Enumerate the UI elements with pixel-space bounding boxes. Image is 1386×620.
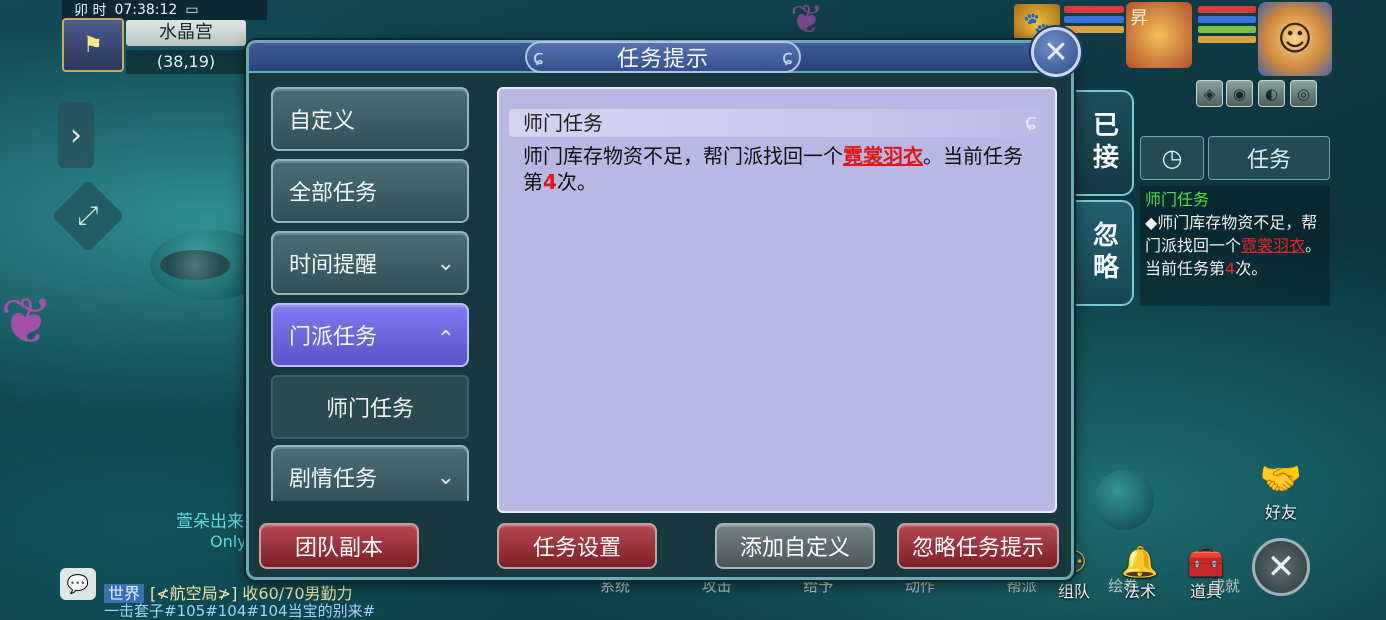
task-count: 4 <box>543 170 557 194</box>
task-tracker-button[interactable]: 任务 <box>1208 136 1330 180</box>
expand-side-arrow-icon[interactable]: › <box>58 102 94 168</box>
handshake-icon: 🤝 <box>1259 459 1303 499</box>
chevron-up-icon: ⌃ <box>436 327 455 352</box>
fullscreen-icon[interactable]: ⤢ <box>51 179 125 253</box>
buff-icon[interactable]: ◈ <box>1196 80 1223 107</box>
friends-button[interactable]: 🤝 好友 <box>1252 459 1310 522</box>
location-name[interactable]: 水晶宫 <box>126 20 246 46</box>
task-detail-panel: 师门任务 ɕ 师门库存物资不足，帮门派找回一个霓裳羽衣。当前任务第4次。 <box>497 87 1057 513</box>
task-hint-dialog: ɕ 任务提示 ɕ ✕ 自定义 全部任务 时间提醒 ⌄ 门派任务 ⌃ 师门任务 剧… <box>246 27 1081 580</box>
task-detail-title-text: 师门任务 <box>523 111 603 135</box>
category-label: 剧情任务 <box>289 467 378 492</box>
category-label: 自定义 <box>289 109 356 134</box>
task-tracker[interactable]: 师门任务 ◆师门库存物资不足，帮门派找回一个霓裳羽衣。当前任务第4次。 <box>1140 186 1330 306</box>
tab-accepted-label: 已接 <box>1088 111 1119 175</box>
tab-accepted[interactable]: 已接 <box>1074 90 1134 196</box>
battery-icon: ▭ <box>185 2 199 18</box>
hud-clock: 07:38:12 <box>114 2 178 18</box>
tracker-text: ◆师门库存物资不足，帮门派找回一个霓裳羽衣。当前任务第4次。 <box>1145 211 1325 280</box>
player-portrait-icon[interactable]: ☺ <box>1258 2 1332 76</box>
pet-mp-bar <box>1064 16 1124 23</box>
tracker-text-after: 次。 <box>1235 259 1268 278</box>
pet-exp-bar <box>1064 26 1124 33</box>
player-sp-bar <box>1198 26 1256 33</box>
player-mp-bar <box>1198 16 1256 23</box>
items-button[interactable]: 🧰 道具 <box>1180 546 1232 602</box>
player-exp-bar <box>1198 36 1256 43</box>
target-portrait-icon[interactable]: 昇 <box>1126 2 1192 68</box>
tab-ignored[interactable]: 忽略 <box>1074 200 1134 306</box>
category-custom[interactable]: 自定义 <box>271 87 469 151</box>
add-custom-button[interactable]: 添加自定义 <box>715 523 875 569</box>
category-list[interactable]: 自定义 全部任务 时间提醒 ⌄ 门派任务 ⌃ 师门任务 剧情任务 ⌄ <box>271 87 471 501</box>
category-label: 全部任务 <box>289 181 378 206</box>
dialog-title-plate: ɕ 任务提示 ɕ <box>525 41 801 73</box>
swirl-right-icon: ɕ <box>782 45 793 69</box>
swirl-decoration-icon: ɕ <box>1024 110 1037 135</box>
skills-button[interactable]: 🔔 法术 <box>1114 546 1166 602</box>
task-text-after: 次。 <box>556 170 597 194</box>
category-story-tasks[interactable]: 剧情任务 ⌄ <box>271 445 469 501</box>
tab-ignored-label: 忽略 <box>1088 221 1119 285</box>
chevron-down-icon: ⌄ <box>436 465 455 490</box>
category-label: 时间提醒 <box>289 253 378 278</box>
items-label: 道具 <box>1189 582 1222 601</box>
ignore-task-hints-button[interactable]: 忽略任务提示 <box>897 523 1059 569</box>
dialog-close-button[interactable]: ✕ <box>1031 27 1081 77</box>
category-label: 门派任务 <box>289 325 378 350</box>
task-item-link[interactable]: 霓裳羽衣 <box>843 144 923 168</box>
chest-icon: 🧰 <box>1187 545 1225 580</box>
category-time-reminder[interactable]: 时间提醒 ⌄ <box>271 231 469 295</box>
swirl-left-icon: ɕ <box>533 45 544 69</box>
scenery-coral: ❦ <box>0 285 54 359</box>
hud-period: 卯 时 <box>74 3 107 19</box>
category-all-tasks[interactable]: 全部任务 <box>271 159 469 223</box>
team-label: 组队 <box>1057 582 1090 601</box>
buff-icon[interactable]: ◎ <box>1290 80 1317 107</box>
dialog-title: 任务提示 <box>616 47 709 72</box>
npc-subtitle: Only <box>210 532 247 551</box>
task-settings-button[interactable]: 任务设置 <box>497 523 657 569</box>
buff-icon[interactable]: ◉ <box>1226 80 1253 107</box>
team-dungeon-button[interactable]: 团队副本 <box>259 523 419 569</box>
task-text-before: 师门库存物资不足，帮门派找回一个 <box>523 144 843 168</box>
buff-icon[interactable]: ◐ <box>1258 80 1285 107</box>
hud-time-bar: 卯 时 07:38:12 ▭ <box>62 0 267 20</box>
chat-message-continued: 一击套子#105#104#104当宝的别来# <box>104 602 376 620</box>
tracker-item-link[interactable]: 霓裳羽衣 <box>1241 236 1305 255</box>
tracker-count: 4 <box>1225 259 1236 278</box>
close-icon: ✕ <box>1043 34 1069 70</box>
map-avatar-icon[interactable]: ⚑ <box>62 18 124 72</box>
chat-bubble-icon[interactable]: 💬 <box>60 568 96 600</box>
player-hp-bar <box>1198 6 1256 13</box>
task-detail-title: 师门任务 ɕ <box>509 109 1041 137</box>
location-coords: (38,19) <box>126 50 246 74</box>
timer-icon[interactable]: ◷ <box>1140 136 1204 180</box>
scenery-pillar <box>1094 470 1154 530</box>
friends-label: 好友 <box>1264 503 1297 522</box>
subcategory-label: 师门任务 <box>325 397 414 422</box>
close-menu-icon[interactable]: ✕ <box>1252 538 1310 596</box>
skills-label: 法术 <box>1123 582 1156 601</box>
task-detail-body: 师门库存物资不足，帮门派找回一个霓裳羽衣。当前任务第4次。 <box>523 143 1033 195</box>
npc-name: 萱朵出来 <box>176 512 244 532</box>
pet-hp-bar <box>1064 6 1124 13</box>
tracker-title: 师门任务 <box>1145 190 1210 209</box>
scenery-plate <box>160 250 230 280</box>
subcategory-master-task[interactable]: 师门任务 <box>271 375 469 439</box>
category-sect-tasks[interactable]: 门派任务 ⌃ <box>271 303 469 367</box>
bell-icon: 🔔 <box>1121 545 1159 580</box>
scenery-coral: ❦ <box>790 0 824 43</box>
chevron-down-icon: ⌄ <box>436 251 455 276</box>
